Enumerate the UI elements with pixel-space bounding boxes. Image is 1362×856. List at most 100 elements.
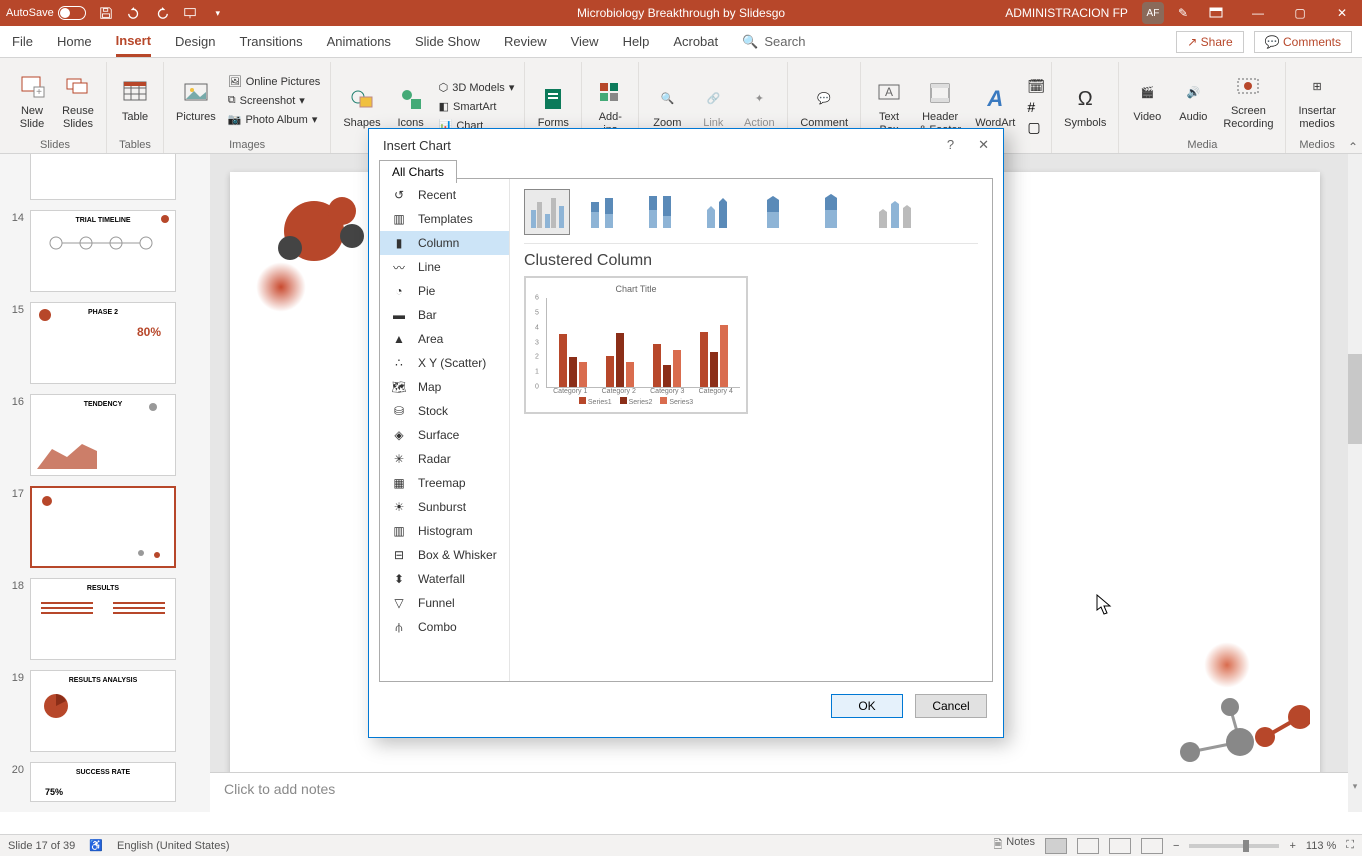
normal-view-icon[interactable] (1045, 838, 1067, 854)
tab-review[interactable]: Review (504, 28, 547, 55)
icons-button[interactable]: Icons (389, 79, 433, 133)
chart-category-recent[interactable]: ↺Recent (380, 183, 509, 207)
search-box[interactable]: 🔍Search (742, 28, 805, 56)
chart-category-bar[interactable]: ▬Bar (380, 303, 509, 327)
autosave-toggle[interactable]: AutoSave (6, 6, 86, 20)
subtype-3d-clustered-column[interactable] (698, 189, 744, 235)
tab-transitions[interactable]: Transitions (240, 28, 303, 55)
collapse-ribbon-icon[interactable]: ⌃ (1348, 140, 1358, 154)
chart-category-box-whisker[interactable]: ⊟Box & Whisker (380, 543, 509, 567)
thumb-13[interactable] (30, 154, 176, 200)
thumb-16[interactable]: TENDENCY (30, 394, 176, 476)
dialog-titlebar[interactable]: Insert Chart ? ✕ (369, 129, 1003, 162)
screen-recording-button[interactable]: Screen Recording (1217, 67, 1279, 133)
zoom-in-icon[interactable]: + (1289, 840, 1295, 852)
tab-slideshow[interactable]: Slide Show (415, 28, 480, 55)
tab-home[interactable]: Home (57, 28, 92, 55)
symbols-button[interactable]: ΩSymbols (1058, 79, 1112, 133)
tab-all-charts[interactable]: All Charts (379, 160, 457, 183)
zoom-button[interactable]: 🔍Zoom (645, 79, 689, 133)
action-button[interactable]: ✦Action (737, 79, 781, 133)
slideshow-icon[interactable] (182, 5, 198, 21)
slide-sorter-view-icon[interactable] (1077, 838, 1099, 854)
video-button[interactable]: 🎬Video (1125, 73, 1169, 127)
chart-category-column[interactable]: ▮Column (380, 231, 509, 255)
chart-category-stock[interactable]: ⛁Stock (380, 399, 509, 423)
tab-help[interactable]: Help (623, 28, 650, 55)
thumb-18[interactable]: RESULTS (30, 578, 176, 660)
slide-number-icon[interactable]: # (1027, 99, 1045, 115)
subtype-clustered-column[interactable] (524, 189, 570, 235)
tab-design[interactable]: Design (175, 28, 215, 55)
dialog-help-icon[interactable]: ? (947, 137, 954, 153)
undo-icon[interactable] (126, 5, 142, 21)
shapes-button[interactable]: Shapes (337, 79, 386, 133)
save-icon[interactable] (98, 5, 114, 21)
3d-models-button[interactable]: ⬡3D Models ▾ (435, 79, 519, 96)
thumb-15[interactable]: PHASE 2 80% (30, 302, 176, 384)
minimize-button[interactable]: — (1244, 3, 1272, 23)
fit-to-window-icon[interactable]: ⛶ (1346, 839, 1354, 852)
subtype-3d-100-stacked-column[interactable] (814, 189, 860, 235)
redo-icon[interactable] (154, 5, 170, 21)
maximize-button[interactable]: ▢ (1286, 3, 1314, 23)
slideshow-view-icon[interactable] (1141, 838, 1163, 854)
date-time-icon[interactable]: 🗓 (1027, 78, 1045, 95)
chart-category-histogram[interactable]: ▥Histogram (380, 519, 509, 543)
zoom-slider[interactable] (1189, 844, 1279, 848)
zoom-out-icon[interactable]: − (1173, 840, 1179, 852)
subtype-3d-stacked-column[interactable] (756, 189, 802, 235)
reading-view-icon[interactable] (1109, 838, 1131, 854)
screenshot-button[interactable]: ⧉Screenshot ▾ (224, 92, 325, 109)
thumb-14[interactable]: TRIAL TIMELINE (30, 210, 176, 292)
qat-dropdown-icon[interactable]: ▾ (210, 5, 226, 21)
pen-icon[interactable]: ✎ (1178, 6, 1188, 20)
notes-toggle[interactable]: 🗎Notes (993, 836, 1035, 855)
comment-button[interactable]: 💬Comment (794, 79, 854, 133)
chart-category-treemap[interactable]: ▦Treemap (380, 471, 509, 495)
photo-album-button[interactable]: 📷Photo Album ▾ (224, 111, 325, 128)
chart-preview[interactable]: Chart Title0123456Category 1Category 2Ca… (524, 276, 748, 414)
dialog-close-icon[interactable]: ✕ (978, 137, 989, 153)
vertical-scrollbar[interactable]: ▾ (1348, 154, 1362, 812)
chart-category-list[interactable]: ↺Recent▥Templates▮Column〰Line◔Pie▬Bar▲Ar… (380, 179, 510, 681)
smartart-button[interactable]: ◧SmartArt (435, 98, 519, 115)
chart-category-x-y-scatter-[interactable]: ∴X Y (Scatter) (380, 351, 509, 375)
comments-button[interactable]: 💬 Comments (1254, 31, 1352, 53)
ribbon-display-icon[interactable] (1202, 3, 1230, 23)
chart-category-combo[interactable]: ⫛Combo (380, 615, 509, 639)
pictures-button[interactable]: Pictures (170, 73, 222, 127)
thumb-20[interactable]: SUCCESS RATE 75% (30, 762, 176, 802)
scroll-down-icon[interactable]: ▾ (1348, 781, 1362, 792)
zoom-level[interactable]: 113 % (1306, 840, 1336, 852)
chart-category-radar[interactable]: ✳Radar (380, 447, 509, 471)
tab-acrobat[interactable]: Acrobat (673, 28, 718, 55)
zoom-handle-icon[interactable] (1243, 840, 1249, 852)
tab-insert[interactable]: Insert (116, 27, 151, 57)
chart-category-pie[interactable]: ◔Pie (380, 279, 509, 303)
accessibility-icon[interactable]: ♿ (89, 839, 103, 852)
tab-file[interactable]: File (12, 28, 33, 55)
notes-pane[interactable]: Click to add notes (210, 772, 1348, 812)
online-pictures-button[interactable]: 🖼Online Pictures (224, 73, 325, 90)
reuse-slides-button[interactable]: Reuse Slides (56, 67, 100, 133)
thumb-19[interactable]: RESULTS ANALYSIS (30, 670, 176, 752)
share-button[interactable]: ↗ Share (1176, 31, 1243, 53)
slide-thumbnails-pane[interactable]: 14 TRIAL TIMELINE 15 PHASE 2 80% 16 TEND… (0, 154, 210, 812)
table-button[interactable]: Table (113, 73, 157, 127)
chart-category-funnel[interactable]: ▽Funnel (380, 591, 509, 615)
object-icon[interactable]: ▢ (1027, 119, 1045, 136)
chart-category-map[interactable]: 🗺Map (380, 375, 509, 399)
chart-category-area[interactable]: ▲Area (380, 327, 509, 351)
forms-button[interactable]: Forms (531, 79, 575, 133)
chart-category-surface[interactable]: ◈Surface (380, 423, 509, 447)
chart-category-sunburst[interactable]: ☀Sunburst (380, 495, 509, 519)
thumb-17[interactable] (30, 486, 176, 568)
subtype-100-stacked-column[interactable] (640, 189, 686, 235)
chart-category-line[interactable]: 〰Line (380, 255, 509, 279)
new-slide-button[interactable]: +New Slide (10, 67, 54, 133)
link-button[interactable]: 🔗Link (691, 79, 735, 133)
tab-animations[interactable]: Animations (327, 28, 391, 55)
toggle-off-icon[interactable] (58, 6, 86, 20)
audio-button[interactable]: 🔊Audio (1171, 73, 1215, 127)
